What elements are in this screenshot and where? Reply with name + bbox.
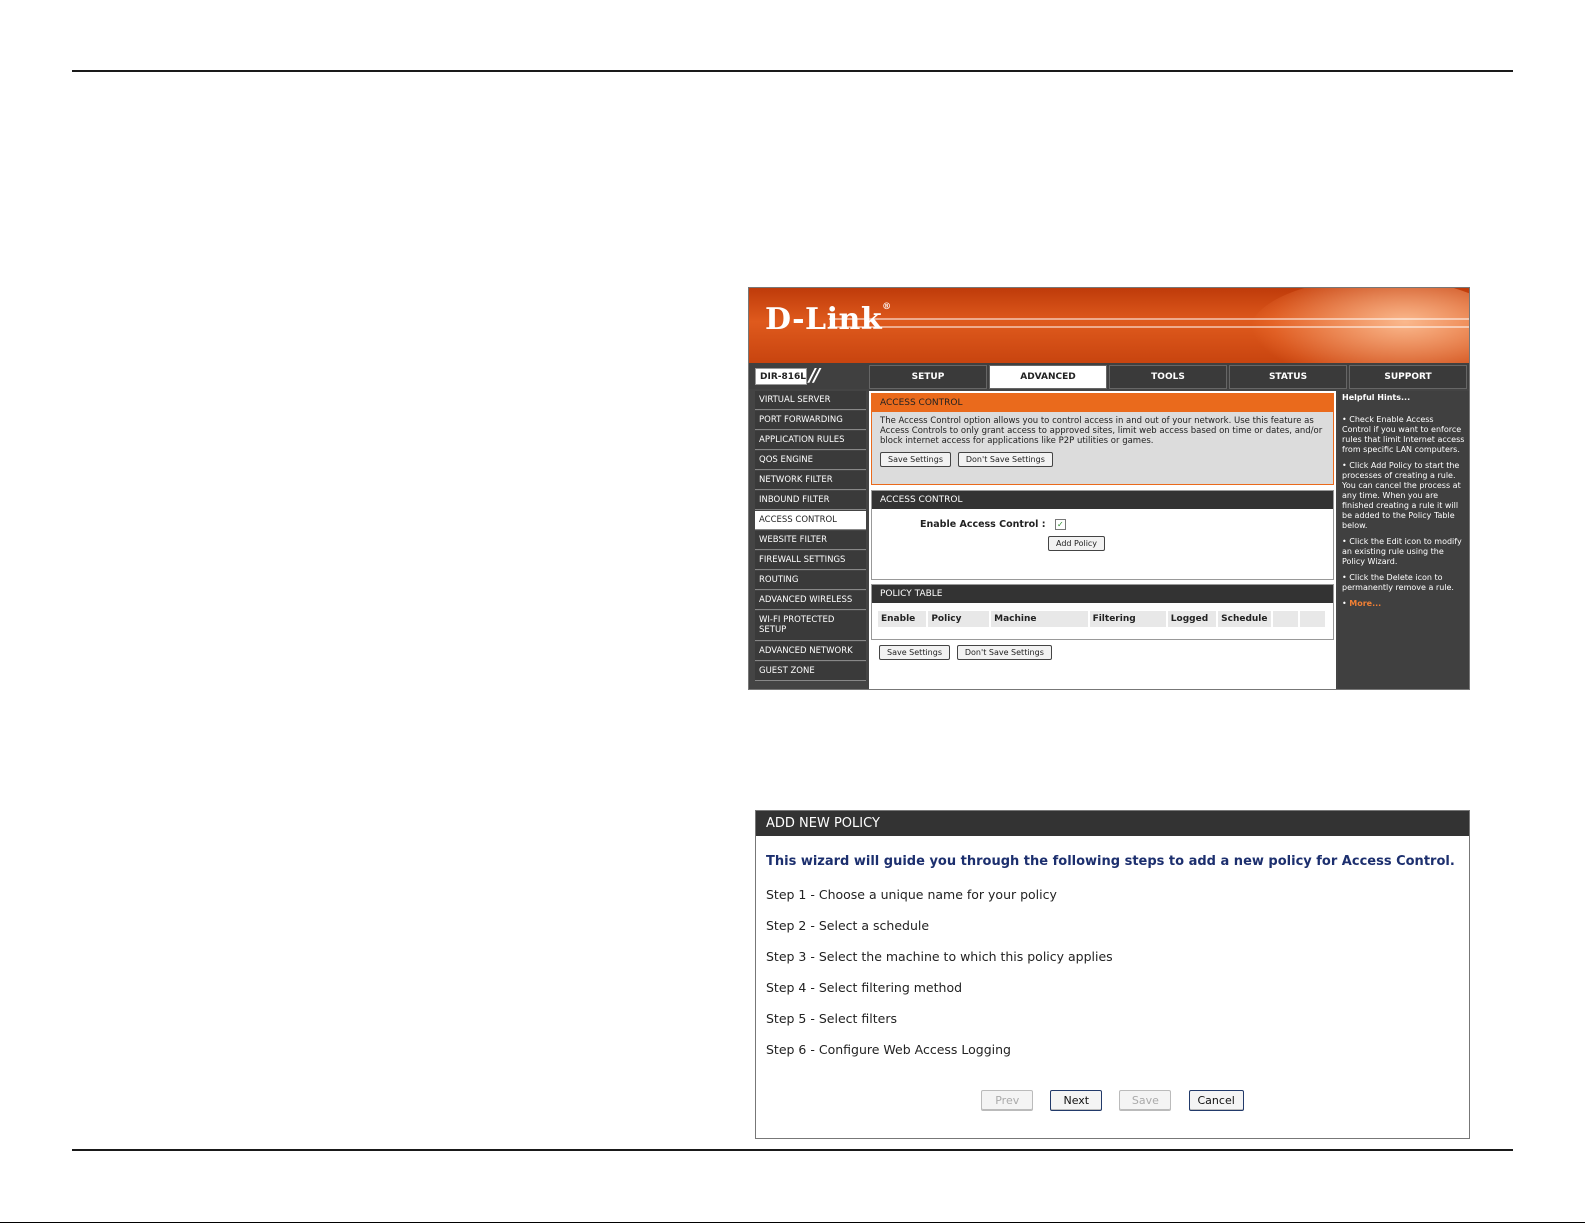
main-tabs: SETUP ADVANCED TOOLS STATUS SUPPORT: [869, 365, 1469, 389]
sidebar-item-wifi-protected-setup[interactable]: WI-FI PROTECTED SETUP: [755, 611, 866, 641]
next-button[interactable]: Next: [1050, 1090, 1103, 1111]
hints-title: Helpful Hints...: [1342, 393, 1411, 402]
sidebar-item-application-rules[interactable]: APPLICATION RULES: [755, 431, 866, 450]
top-rule: [72, 70, 1513, 72]
helpful-hints-panel: Helpful Hints... • Check Enable Access C…: [1338, 391, 1469, 689]
sidebar-item-firewall-settings[interactable]: FIREWALL SETTINGS: [755, 551, 866, 570]
intro-text: The Access Control option allows you to …: [880, 416, 1323, 446]
column-header-schedule: Schedule: [1218, 611, 1271, 627]
sidebar-item-network-filter[interactable]: NETWORK FILTER: [755, 471, 866, 490]
add-policy-button[interactable]: Add Policy: [1048, 536, 1106, 551]
enable-access-control-row: Enable Access Control : ✓: [872, 509, 1333, 530]
footer-line: [0, 1222, 1585, 1223]
sidebar-item-qos-engine[interactable]: QOS ENGINE: [755, 451, 866, 470]
hint-enable: • Check Enable Access Control if you wan…: [1342, 415, 1465, 454]
wizard-step: Step 2 - Select a schedule: [766, 918, 930, 933]
sidebar-item-advanced-network[interactable]: ADVANCED NETWORK: [755, 642, 866, 661]
dont-save-settings-button-bottom[interactable]: Don't Save Settings: [956, 645, 1052, 660]
dialog-title: ADD NEW POLICY: [756, 811, 1469, 836]
policy-table-title: POLICY TABLE: [872, 585, 1333, 603]
hint-more: • More...: [1342, 599, 1382, 608]
sidebar-item-inbound-filter[interactable]: INBOUND FILTER: [755, 491, 866, 510]
dont-save-settings-button[interactable]: Don't Save Settings: [957, 452, 1053, 467]
model-label: DIR-816L: [755, 368, 807, 385]
wizard-step: Step 6 - Configure Web Access Logging: [766, 1042, 1011, 1057]
column-header-edit: [1272, 611, 1298, 627]
tab-advanced[interactable]: ADVANCED: [989, 365, 1107, 389]
hint-edit: • Click the Edit icon to modify an exist…: [1342, 537, 1462, 566]
hint-add-policy: • Click Add Policy to start the processe…: [1342, 461, 1461, 530]
sidebar-item-access-control[interactable]: ACCESS CONTROL: [755, 511, 866, 530]
banner: D-Link®: [749, 288, 1469, 363]
more-link[interactable]: More...: [1349, 599, 1381, 608]
tab-support[interactable]: SUPPORT: [1349, 365, 1467, 389]
sidebar-item-advanced-wireless[interactable]: ADVANCED WIRELESS: [755, 591, 866, 610]
enable-access-control-checkbox[interactable]: ✓: [1054, 519, 1066, 530]
bottom-rule: [72, 1149, 1513, 1151]
column-header-logged: Logged: [1167, 611, 1217, 627]
intro-title: ACCESS CONTROL: [872, 394, 1333, 412]
column-header-delete: [1299, 611, 1325, 627]
policy-table-box: POLICY TABLE Enable Policy Machine Filte…: [871, 584, 1334, 640]
wizard-buttons: Prev Next Save Cancel: [756, 1089, 1469, 1111]
intro-buttons: Save Settings Don't Save Settings: [872, 450, 1333, 473]
enable-access-control-label: Enable Access Control :: [920, 519, 1046, 530]
access-control-box: ACCESS CONTROL Enable Access Control : ✓…: [871, 490, 1334, 580]
wizard-step: Step 4 - Select filtering method: [766, 980, 963, 995]
wizard-steps: Step 1 - Choose a unique name for your p…: [756, 879, 1469, 1065]
sidebar-item-virtual-server[interactable]: VIRTUAL SERVER: [755, 391, 866, 410]
wizard-lead-text: This wizard will guide you through the f…: [766, 854, 1455, 869]
tab-tools[interactable]: TOOLS: [1109, 365, 1227, 389]
tab-status[interactable]: STATUS: [1229, 365, 1347, 389]
wizard-step: Step 3 - Select the machine to which thi…: [766, 949, 1113, 964]
tab-setup[interactable]: SETUP: [869, 365, 987, 389]
dlink-logo: D-Link®: [765, 302, 892, 337]
column-header-machine: Machine: [991, 611, 1088, 627]
wizard-step: Step 1 - Choose a unique name for your p…: [766, 887, 1057, 902]
column-header-enable: Enable: [878, 611, 927, 627]
banner-stripe: [829, 318, 1469, 320]
add-new-policy-dialog: ADD NEW POLICY This wizard will guide yo…: [755, 810, 1470, 1139]
main-content: ACCESS CONTROL The Access Control option…: [869, 391, 1336, 689]
intro-box: ACCESS CONTROL The Access Control option…: [871, 393, 1334, 485]
bottom-buttons: Save Settings Don't Save Settings: [879, 645, 1056, 660]
column-header-filtering: Filtering: [1089, 611, 1166, 627]
policy-table-header: Enable Policy Machine Filtering Logged S…: [878, 611, 1327, 627]
prev-button[interactable]: Prev: [981, 1090, 1034, 1111]
sidebar-item-port-forwarding[interactable]: PORT FORWARDING: [755, 411, 866, 430]
save-settings-button[interactable]: Save Settings: [880, 452, 951, 467]
access-control-title: ACCESS CONTROL: [872, 491, 1333, 509]
column-header-policy: Policy: [928, 611, 990, 627]
sidebar-item-website-filter[interactable]: WEBSITE FILTER: [755, 531, 866, 550]
slashes-decoration: //: [809, 365, 820, 386]
save-button[interactable]: Save: [1119, 1090, 1172, 1111]
sidebar-item-routing[interactable]: ROUTING: [755, 571, 866, 590]
cancel-button[interactable]: Cancel: [1188, 1090, 1244, 1111]
top-navbar: DIR-816L // SETUP ADVANCED TOOLS STATUS …: [749, 363, 1469, 389]
router-admin-screenshot: D-Link® DIR-816L // SETUP ADVANCED TOOLS…: [748, 287, 1470, 690]
banner-stripe: [829, 326, 1469, 328]
save-settings-button-bottom[interactable]: Save Settings: [879, 645, 950, 660]
hint-delete: • Click the Delete icon to permanently r…: [1342, 573, 1454, 592]
add-policy-row: Add Policy: [872, 530, 1333, 551]
wizard-step: Step 5 - Select filters: [766, 1011, 897, 1026]
sidebar: VIRTUAL SERVER PORT FORWARDING APPLICATI…: [755, 391, 866, 682]
sidebar-item-guest-zone[interactable]: GUEST ZONE: [755, 662, 866, 681]
